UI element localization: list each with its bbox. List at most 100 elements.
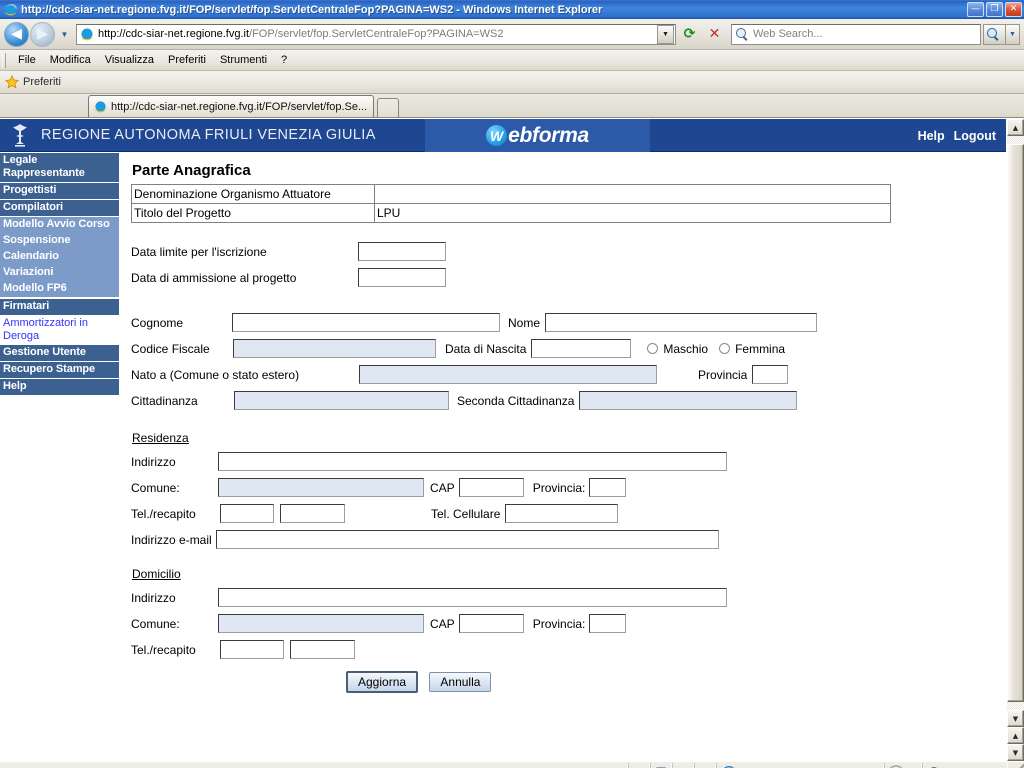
sidebar-nav: Legale Rappresentante Progettisti Compil… bbox=[0, 152, 119, 396]
residenza-provincia-input[interactable] bbox=[589, 478, 627, 497]
cognome-input[interactable] bbox=[232, 313, 500, 332]
domicilio-provincia-label: Provincia: bbox=[532, 616, 586, 631]
history-dropdown-icon[interactable]: ▼ bbox=[58, 30, 71, 39]
internet-explorer-icon bbox=[3, 2, 18, 17]
address-url-path: /FOP/servlet/fop.ServletCentraleFop?PAGI… bbox=[249, 28, 504, 40]
back-arrow-icon: ◀ bbox=[11, 26, 22, 42]
domicilio-indirizzo-input[interactable] bbox=[218, 588, 727, 607]
residenza-comune-input[interactable] bbox=[218, 478, 424, 497]
sidebar-item-help[interactable]: Help bbox=[0, 379, 119, 395]
seconda-cittadinanza-input[interactable] bbox=[579, 391, 798, 410]
search-placeholder: Web Search... bbox=[753, 28, 823, 40]
menu-bar: File Modifica Visualizza Preferiti Strum… bbox=[0, 50, 1024, 71]
domicilio-comune-input[interactable] bbox=[218, 614, 424, 633]
sidebar-item-firmatari[interactable]: Firmatari bbox=[0, 298, 119, 315]
scrollbar-thumb[interactable] bbox=[1007, 144, 1024, 702]
residenza-indirizzo-input[interactable] bbox=[218, 452, 727, 471]
residenza-tel-number-input[interactable] bbox=[280, 504, 345, 523]
radio-maschio[interactable] bbox=[647, 343, 659, 354]
nato-a-input[interactable] bbox=[359, 365, 657, 384]
form-actions: Aggiorna Annulla bbox=[131, 671, 1006, 693]
favorites-label[interactable]: Preferiti bbox=[23, 76, 61, 88]
help-link[interactable]: Help bbox=[918, 129, 945, 143]
sidebar-item-calendario[interactable]: Calendario bbox=[0, 248, 119, 265]
residenza-tel-prefix-input[interactable] bbox=[220, 504, 274, 523]
scroll-up-button[interactable]: ▲ bbox=[1007, 119, 1024, 136]
search-input[interactable]: Web Search... bbox=[731, 23, 981, 45]
annulla-button[interactable]: Annulla bbox=[429, 672, 492, 692]
date-limit-input[interactable] bbox=[358, 242, 446, 261]
sidebar-item-label: Ammortizzatori in Deroga bbox=[3, 316, 88, 342]
menu-bar-grip[interactable] bbox=[2, 52, 6, 68]
sidebar-item-gestione-utente[interactable]: Gestione Utente bbox=[0, 345, 119, 362]
address-url-host: http://cdc-siar-net.regione.fvg.it bbox=[98, 28, 250, 40]
menu-file[interactable]: File bbox=[11, 52, 43, 68]
favorites-star-icon[interactable] bbox=[4, 74, 20, 89]
residenza-provincia-label: Provincia: bbox=[532, 480, 586, 495]
security-zone[interactable]: Intranet locale bbox=[716, 762, 884, 768]
domicilio-heading: Domicilio bbox=[132, 567, 181, 581]
maschio-label: Maschio bbox=[663, 341, 709, 356]
residenza-email-input[interactable] bbox=[215, 530, 719, 549]
menu-help[interactable]: ? bbox=[274, 52, 294, 68]
status-page-icon[interactable] bbox=[650, 762, 672, 768]
sidebar-item-compilatori[interactable]: Compilatori bbox=[0, 199, 119, 216]
sidebar-item-legale-rappresentante[interactable]: Legale Rappresentante bbox=[0, 153, 119, 182]
residenza-cellulare-input[interactable] bbox=[505, 504, 619, 523]
domicilio-tel-number-input[interactable] bbox=[290, 640, 355, 659]
refresh-icon[interactable]: ⟳ bbox=[678, 23, 701, 45]
scrollbar-track[interactable] bbox=[1007, 136, 1024, 710]
date-admission-input[interactable] bbox=[358, 268, 446, 287]
new-tab-button[interactable] bbox=[377, 98, 400, 117]
femmina-label: Femmina bbox=[735, 341, 786, 356]
address-bar[interactable]: http://cdc-siar-net.regione.fvg.it/FOP/s… bbox=[76, 23, 676, 45]
minimize-button[interactable]: — bbox=[967, 2, 984, 17]
search-go-button[interactable] bbox=[983, 23, 1006, 45]
restore-button[interactable]: ❐ bbox=[986, 2, 1003, 17]
scroll-down-button[interactable]: ▼ bbox=[1007, 710, 1024, 727]
menu-preferiti[interactable]: Preferiti bbox=[161, 52, 213, 68]
site-banner: REGIONE AUTONOMA FRIULI VENEZIA GIULIA W… bbox=[0, 119, 1006, 152]
domicilio-tel-prefix-input[interactable] bbox=[220, 640, 284, 659]
tab-strip: http://cdc-siar-net.regione.fvg.it/FOP/s… bbox=[0, 94, 1024, 118]
menu-modifica[interactable]: Modifica bbox=[43, 52, 98, 68]
residenza-heading: Residenza bbox=[132, 431, 189, 445]
sidebar-item-progettisti[interactable]: Progettisti bbox=[0, 182, 119, 199]
cittadinanza-input[interactable] bbox=[234, 391, 449, 410]
nome-input[interactable] bbox=[545, 313, 818, 332]
codice-fiscale-input[interactable] bbox=[233, 339, 436, 358]
search-provider-dropdown[interactable]: ▼ bbox=[1006, 23, 1020, 45]
logout-link[interactable]: Logout bbox=[954, 129, 996, 143]
browser-tab[interactable]: http://cdc-siar-net.regione.fvg.it/FOP/s… bbox=[88, 95, 375, 117]
sidebar-item-modello-fp6[interactable]: Modello FP6 bbox=[0, 280, 119, 297]
inner-scroll-up-button[interactable]: ▲ bbox=[1007, 727, 1024, 744]
close-button[interactable]: ✕ bbox=[1005, 2, 1022, 17]
provincia-nascita-input[interactable] bbox=[752, 365, 789, 384]
webforma-logo: W ebforma bbox=[486, 124, 589, 148]
stop-icon[interactable]: ✕ bbox=[703, 23, 726, 45]
sidebar-item-variazioni[interactable]: Variazioni bbox=[0, 264, 119, 281]
page-scrollbar-vertical[interactable]: ▲ ▼ ▲ ▼ bbox=[1006, 119, 1024, 761]
inner-scroll-down-button[interactable]: ▼ bbox=[1007, 744, 1024, 761]
domicilio-cap-input[interactable] bbox=[458, 614, 524, 633]
menu-visualizza[interactable]: Visualizza bbox=[98, 52, 161, 68]
menu-strumenti[interactable]: Strumenti bbox=[213, 52, 274, 68]
window-title: http://cdc-siar-net.regione.fvg.it/FOP/s… bbox=[21, 3, 603, 16]
data-nascita-input[interactable] bbox=[531, 339, 632, 358]
address-dropdown-button[interactable]: ▼ bbox=[657, 24, 674, 44]
aggiorna-button[interactable]: Aggiorna bbox=[346, 671, 419, 693]
forward-button[interactable]: ▶ bbox=[30, 21, 55, 47]
sidebar-item-modello-avvio-corso[interactable]: Modello Avvio Corso bbox=[0, 216, 119, 233]
sidebar-item-recupero-stampe[interactable]: Recupero Stampe bbox=[0, 362, 119, 378]
zoom-control[interactable]: 100% ▼ bbox=[922, 762, 1008, 768]
resize-grip[interactable] bbox=[1008, 762, 1024, 768]
sidebar-item-ammortizzatori-in-deroga[interactable]: Ammortizzatori in Deroga bbox=[0, 315, 119, 345]
sidebar-item-sospensione[interactable]: Sospensione bbox=[0, 232, 119, 249]
radio-femmina[interactable] bbox=[719, 343, 731, 354]
protected-mode-indicator[interactable]: ▼ bbox=[884, 762, 922, 768]
status-text: Fine bbox=[0, 762, 628, 768]
sidebar-group: Gestione Utente bbox=[0, 345, 119, 362]
domicilio-provincia-input[interactable] bbox=[589, 614, 627, 633]
residenza-cap-input[interactable] bbox=[458, 478, 524, 497]
back-button[interactable]: ◀ bbox=[4, 21, 29, 47]
